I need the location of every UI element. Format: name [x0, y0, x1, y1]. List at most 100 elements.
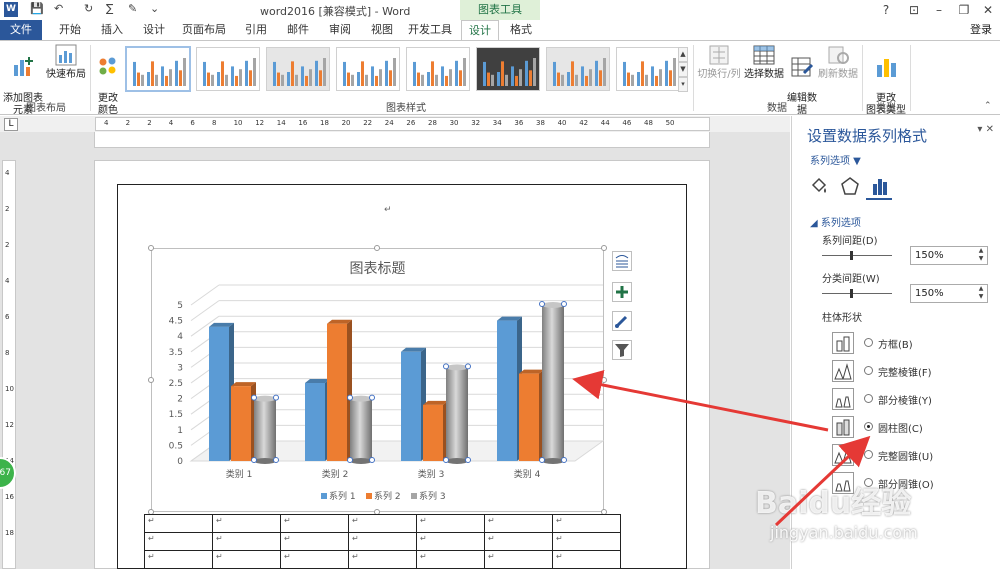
chart-bar[interactable] [542, 305, 564, 461]
table-cell[interactable]: ↵ [484, 550, 553, 569]
spinner-arrows-icon[interactable]: ▲ ▼ [975, 285, 987, 302]
tab-design[interactable]: 设计 [134, 20, 174, 40]
gap-depth-spinner[interactable]: 150% ▲ ▼ [910, 246, 988, 265]
tab-mailings[interactable]: 邮件 [278, 20, 318, 40]
column-shape-radio[interactable] [864, 394, 873, 403]
tab-selector-icon[interactable]: L [4, 118, 18, 131]
tab-developer[interactable]: 开发工具 [402, 20, 458, 40]
gap-width-slider-knob[interactable] [850, 289, 853, 298]
vertical-ruler[interactable]: 4224681012141618 [2, 160, 16, 569]
select-data-button[interactable]: 选择数据 [743, 43, 785, 81]
legend-entry[interactable]: 系列 2 [374, 490, 401, 502]
tab-references[interactable]: 引用 [236, 20, 276, 40]
word-table[interactable]: ↵ ↵ ↵ ↵ ↵ ↵ ↵ ↵ ↵ ↵ ↵ ↵ ↵ ↵ ↵ ↵ ↵ ↵ ↵ ↵ ↵ [144, 514, 621, 569]
chart-styles-button[interactable] [612, 311, 632, 331]
chart-bar[interactable] [423, 404, 443, 461]
chart-bar[interactable] [209, 326, 229, 461]
minimize-button[interactable]: – [925, 1, 953, 19]
table-cell[interactable]: ↵ [416, 514, 485, 533]
undo-icon[interactable]: ↶ [54, 2, 63, 18]
tab-insert[interactable]: 插入 [92, 20, 132, 40]
selection-handle[interactable] [369, 394, 375, 401]
table-cell[interactable]: ↵ [280, 532, 349, 551]
column-shape-radio[interactable] [864, 450, 873, 459]
customize-quick-access-icon[interactable]: ⌄ [150, 2, 159, 18]
table-cell[interactable]: ↵ [280, 514, 349, 533]
help-button[interactable]: ? [872, 1, 900, 19]
series-options-icon[interactable] [870, 176, 890, 196]
chart-title[interactable]: 图表标题 [151, 258, 604, 278]
quick-layout-button[interactable]: 快速布局 [46, 43, 86, 81]
chart-style-5[interactable] [406, 47, 470, 91]
sum-icon[interactable]: ∑ [106, 2, 113, 18]
horizontal-ruler[interactable]: 4 2 2 4 6 8 10 12 14 16 18 20 22 24 26 28 30 32 34 36 38 40 42… [95, 117, 710, 131]
chart-bar[interactable] [327, 323, 347, 461]
fill-line-icon[interactable] [809, 176, 829, 196]
tab-file[interactable]: 文件 [0, 20, 42, 40]
legend-entry[interactable]: 系列 1 [329, 490, 356, 502]
tab-review[interactable]: 审阅 [320, 20, 360, 40]
gallery-scroll-up-icon[interactable]: ▲ [678, 47, 688, 62]
table-cell[interactable]: ↵ [212, 514, 281, 533]
selection-handle[interactable] [347, 457, 353, 463]
gallery-scroll-down-icon[interactable]: ▼ [678, 62, 688, 77]
selection-handle[interactable] [251, 394, 257, 401]
sign-in-link[interactable]: 登录 [970, 20, 992, 40]
chart-bar[interactable] [231, 386, 251, 461]
table-cell[interactable]: ↵ [348, 514, 417, 533]
change-colors-button[interactable]: 更改 颜色 [92, 43, 124, 117]
selection-handle[interactable] [347, 394, 353, 401]
selection-handle[interactable] [465, 457, 471, 463]
chart-bar[interactable] [401, 351, 421, 461]
refresh-data-button[interactable]: 刷新数据 [818, 43, 858, 81]
table-cell[interactable]: ↵ [144, 532, 213, 551]
table-cell[interactable]: ↵ [144, 514, 213, 533]
selection-handle[interactable] [561, 457, 567, 463]
table-cell[interactable]: ↵ [144, 550, 213, 569]
table-cell[interactable]: ↵ [484, 514, 553, 533]
gap-width-spinner[interactable]: 150% ▲ ▼ [910, 284, 988, 303]
redo-icon[interactable]: ↻ [84, 2, 93, 18]
selection-handle[interactable] [273, 394, 279, 401]
chart-style-3[interactable] [266, 47, 330, 91]
chart-style-2[interactable] [196, 47, 260, 91]
pane-options-icon[interactable]: ▾ ✕ [977, 124, 994, 135]
effects-icon[interactable] [840, 176, 860, 196]
tab-page-layout[interactable]: 页面布局 [176, 20, 232, 40]
table-cell[interactable]: ↵ [552, 514, 621, 533]
layout-options-button[interactable] [612, 251, 632, 271]
selection-handle[interactable] [539, 457, 545, 463]
column-shape-radio[interactable] [864, 366, 873, 375]
word-app-icon[interactable]: W [4, 2, 18, 17]
gap-width-slider[interactable] [822, 293, 892, 294]
table-cell[interactable]: ↵ [552, 550, 621, 569]
legend-entry[interactable]: 系列 3 [419, 490, 446, 502]
close-button[interactable]: ✕ [974, 1, 1000, 19]
chart-style-1[interactable] [126, 47, 190, 91]
column-shape-radio[interactable] [864, 338, 873, 347]
chart-style-4[interactable] [336, 47, 400, 91]
chart-bar[interactable] [350, 398, 372, 461]
table-cell[interactable]: ↵ [212, 550, 281, 569]
selection-handle[interactable] [465, 363, 471, 370]
selection-handle[interactable] [251, 457, 257, 463]
chart-style-8[interactable] [616, 47, 680, 91]
tab-home[interactable]: 开始 [50, 20, 90, 40]
chart-style-7[interactable] [546, 47, 610, 91]
save-icon[interactable]: 💾 [30, 2, 44, 18]
chart-bar[interactable] [305, 383, 325, 461]
selection-handle[interactable] [273, 457, 279, 463]
series-options-dropdown[interactable]: 系列选项 ▼ [810, 152, 861, 167]
gallery-expand-icon[interactable]: ▾ [678, 77, 688, 92]
chart-plot[interactable]: 0 0.5 1 1.5 2 2.5 3 3.5 4 4.5 5 类别 1 类别 2 类别 3 类别 4 系列 … [151, 248, 604, 512]
series-options-section-header[interactable]: ◢ 系列选项 [810, 214, 861, 229]
table-cell[interactable]: ↵ [484, 532, 553, 551]
tab-chart-format[interactable]: 格式 [502, 20, 540, 40]
chart-bar[interactable] [254, 398, 276, 461]
column-shape-radio[interactable] [864, 422, 873, 431]
selection-handle[interactable] [443, 363, 449, 370]
chart-elements-button[interactable] [612, 282, 632, 302]
gap-depth-slider[interactable] [822, 255, 892, 256]
selection-handle[interactable] [369, 457, 375, 463]
ribbon-display-options-button[interactable]: ⊡ [900, 1, 928, 19]
